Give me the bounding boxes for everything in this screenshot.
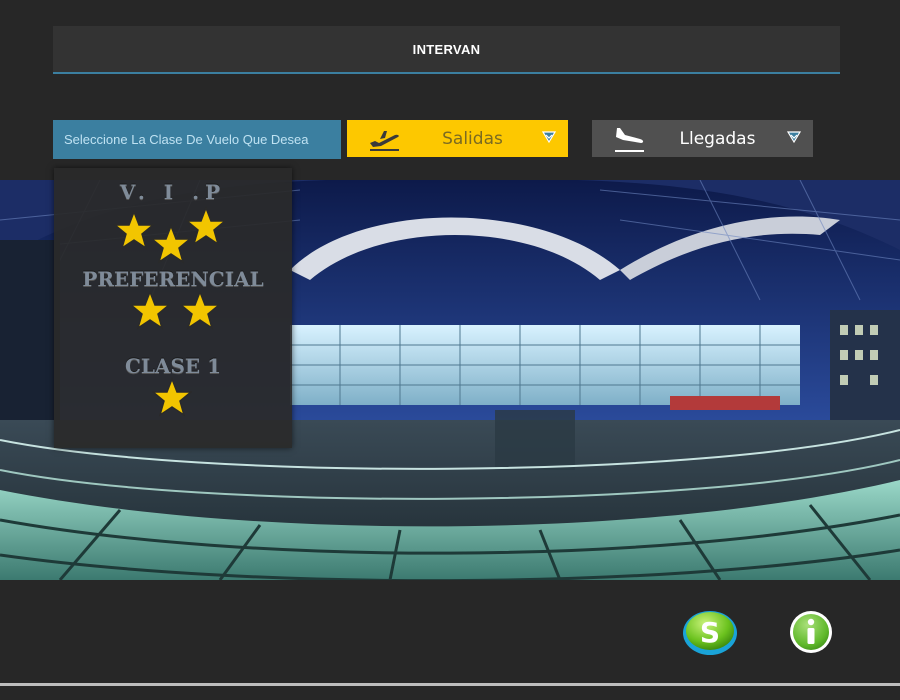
info-icon[interactable] (788, 609, 834, 655)
svg-text:S: S (700, 616, 720, 649)
class-option-vip[interactable]: V. I .P (54, 180, 292, 204)
airplane-landing-icon (615, 128, 644, 152)
airplane-takeoff-icon (370, 131, 399, 151)
departures-label: Salidas (442, 128, 503, 149)
star-icon (180, 290, 220, 330)
class-option-preferencial[interactable]: PREFERENCIAL (54, 267, 292, 291)
star-icon (114, 210, 154, 250)
app-header: INTERVAN (53, 26, 840, 74)
arrivals-button[interactable]: Llegadas (592, 120, 813, 157)
star-icon (151, 224, 191, 264)
arrivals-label: Llegadas (679, 128, 756, 149)
star-icon (130, 290, 170, 330)
flight-class-select-label: Seleccione La Clase De Vuelo Que Desea (64, 132, 309, 147)
class-option-clase-1[interactable]: CLASE 1 (54, 354, 292, 378)
star-icon (186, 206, 226, 246)
flight-class-select[interactable]: Seleccione La Clase De Vuelo Que Desea (53, 120, 341, 159)
app-title: INTERVAN (412, 41, 481, 57)
chevron-down-icon (787, 131, 801, 144)
footer-divider (0, 683, 900, 686)
star-icon (152, 377, 192, 417)
flight-class-menu: V. I .P PREFERENCIAL CLASE 1 (54, 168, 292, 448)
skype-icon[interactable]: S (680, 606, 740, 658)
chevron-down-icon (542, 131, 556, 144)
departures-button[interactable]: Salidas (347, 120, 568, 157)
